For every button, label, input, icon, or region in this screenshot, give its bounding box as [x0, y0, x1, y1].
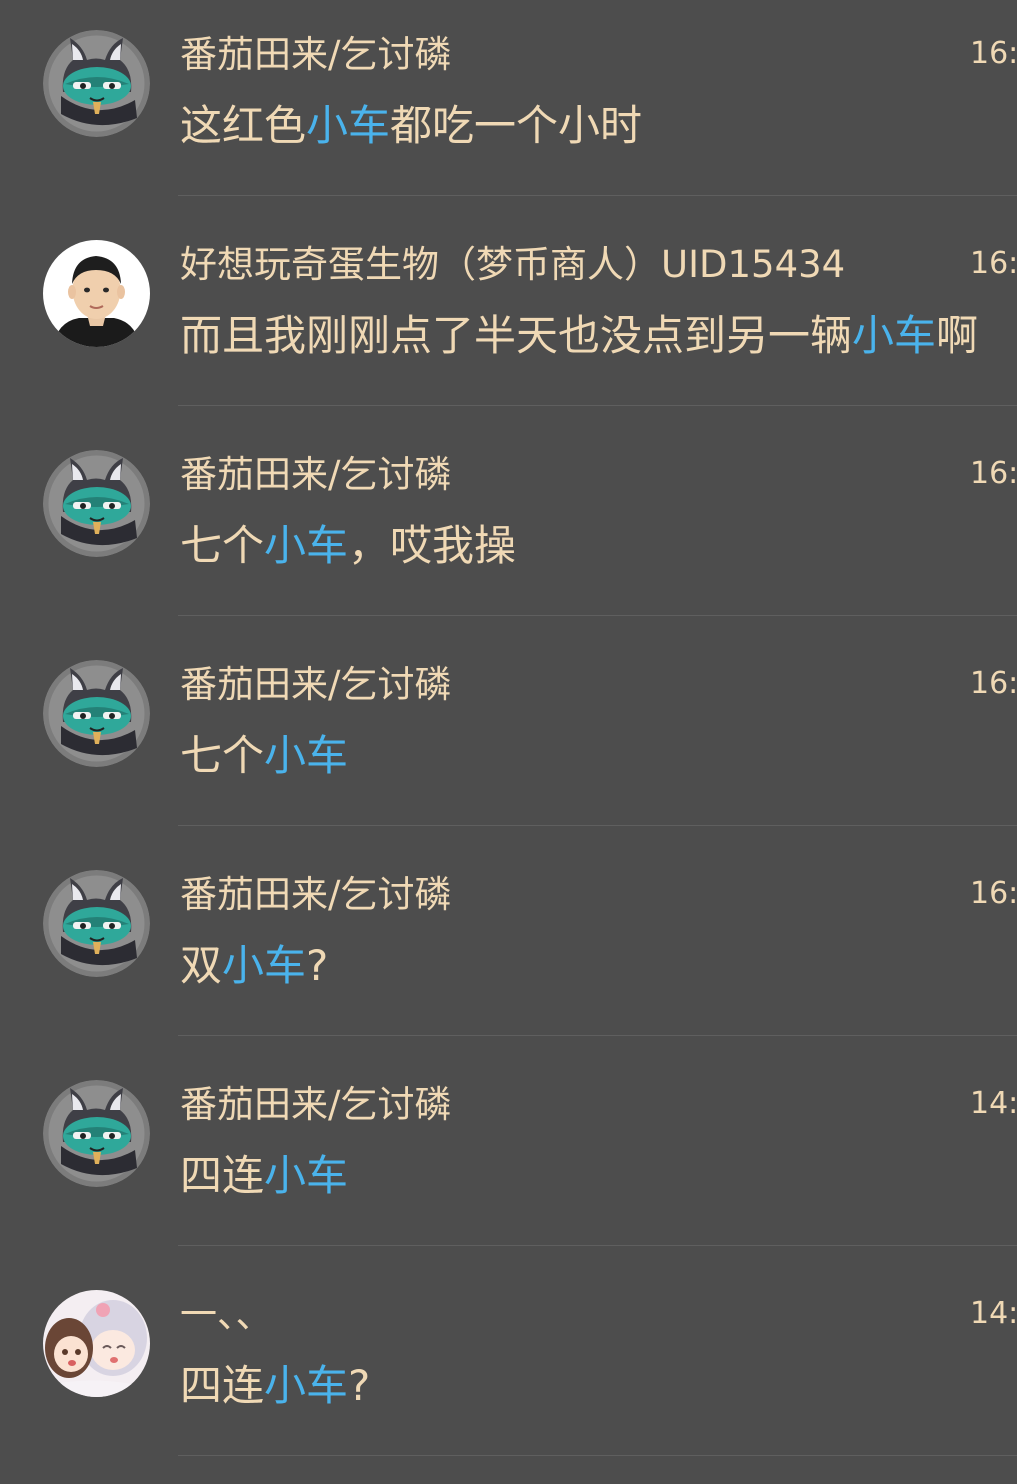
keyword-highlight: 小车	[264, 1151, 349, 1200]
message-text: 双小车?	[180, 937, 328, 995]
sender-name[interactable]: 一、、	[180, 1292, 273, 1338]
message-time: 16:1	[970, 246, 1017, 281]
cat-avatar-image	[43, 870, 150, 977]
message-text: 而且我刚刚点了半天也没点到另一辆小车啊	[180, 307, 978, 365]
cat-avatar-image	[43, 30, 150, 137]
message-text-segment: 都吃一个小时	[390, 101, 643, 150]
message-text-segment: 这红色	[180, 101, 307, 150]
message-row[interactable]: 番茄田来/乞讨磷 16:1 七个小车，哎我操	[0, 420, 1017, 630]
message-list: 番茄田来/乞讨磷16:1这红色小车都吃一个小时 好想玩奇蛋生物（梦币商人）UID…	[0, 0, 1017, 1484]
cat-avatar[interactable]	[43, 870, 150, 977]
sender-name[interactable]: 番茄田来/乞讨磷	[180, 1082, 451, 1128]
cat-avatar[interactable]	[43, 450, 150, 557]
message-text-segment: 四连	[180, 1361, 265, 1410]
message-text-segment: ，哎我操	[348, 521, 517, 570]
message-text-segment: 啊	[936, 311, 979, 360]
row-divider	[178, 1245, 1017, 1246]
keyword-highlight: 小车	[306, 101, 391, 150]
sender-name[interactable]: 番茄田来/乞讨磷	[180, 452, 451, 498]
sender-name[interactable]: 番茄田来/乞讨磷	[180, 662, 451, 708]
cat-avatar-image	[43, 660, 150, 767]
boy-avatar[interactable]	[43, 240, 150, 347]
keyword-highlight: 小车	[852, 311, 937, 360]
anime-girls-avatar[interactable]	[43, 1290, 150, 1397]
row-divider	[178, 1455, 1017, 1456]
message-row[interactable]: 一、、 14:2 四连小车?	[0, 1260, 1017, 1470]
sender-name[interactable]: 番茄田来/乞讨磷	[180, 872, 451, 918]
sender-name[interactable]: 好想玩奇蛋生物（梦币商人）UID15434	[180, 242, 845, 288]
cat-avatar[interactable]	[43, 30, 150, 137]
message-time: 16:1	[970, 666, 1017, 701]
message-text: 这红色小车都吃一个小时	[180, 97, 642, 155]
message-row[interactable]: 番茄田来/乞讨磷 16:1 双小车?	[0, 840, 1017, 1050]
message-row[interactable]: 番茄田来/乞讨磷 16:1 七个小车	[0, 630, 1017, 840]
message-text: 四连小车?	[180, 1357, 370, 1415]
message-text-segment: 四连	[180, 1151, 265, 1200]
message-text-segment: 七个	[180, 521, 265, 570]
keyword-highlight: 小车	[264, 731, 349, 780]
message-text-segment: 而且我刚刚点了半天也没点到另一辆	[180, 311, 853, 360]
cat-avatar-image	[43, 1080, 150, 1187]
cat-avatar[interactable]	[43, 660, 150, 767]
sender-name[interactable]: 番茄田来/乞讨磷	[180, 32, 451, 78]
message-text: 七个小车，哎我操	[180, 517, 516, 575]
message-text-segment: 双	[180, 941, 223, 990]
message-row[interactable]: 番茄田来/乞讨磷 14:2 四连小车	[0, 1050, 1017, 1260]
anime-girls-avatar-image	[43, 1290, 150, 1397]
row-divider	[178, 615, 1017, 616]
message-time: 14:2	[970, 1296, 1017, 1331]
keyword-highlight: 小车	[264, 1361, 349, 1410]
row-divider	[178, 195, 1017, 196]
message-text-segment: ?	[306, 941, 329, 990]
boy-avatar-image	[43, 240, 150, 347]
row-divider	[178, 825, 1017, 826]
message-time: 16:1	[970, 456, 1017, 491]
message-text: 四连小车	[180, 1147, 348, 1205]
row-divider	[178, 1035, 1017, 1036]
row-divider	[178, 405, 1017, 406]
message-text-segment: ?	[348, 1361, 371, 1410]
keyword-highlight: 小车	[264, 521, 349, 570]
message-row[interactable]: 好想玩奇蛋生物（梦币商人）UID15434 16:1 而且我刚刚点了半天也没点到另一…	[0, 210, 1017, 420]
message-row[interactable]: 番茄田来/乞讨磷 16:1 这红色小车都吃一个小时	[0, 0, 1017, 210]
message-text: 七个小车	[180, 727, 348, 785]
cat-avatar[interactable]	[43, 1080, 150, 1187]
keyword-highlight: 小车	[222, 941, 307, 990]
message-time: 16:1	[970, 876, 1017, 911]
message-time: 16:1	[970, 36, 1017, 71]
message-text-segment: 七个	[180, 731, 265, 780]
message-time: 14:2	[970, 1086, 1017, 1121]
cat-avatar-image	[43, 450, 150, 557]
